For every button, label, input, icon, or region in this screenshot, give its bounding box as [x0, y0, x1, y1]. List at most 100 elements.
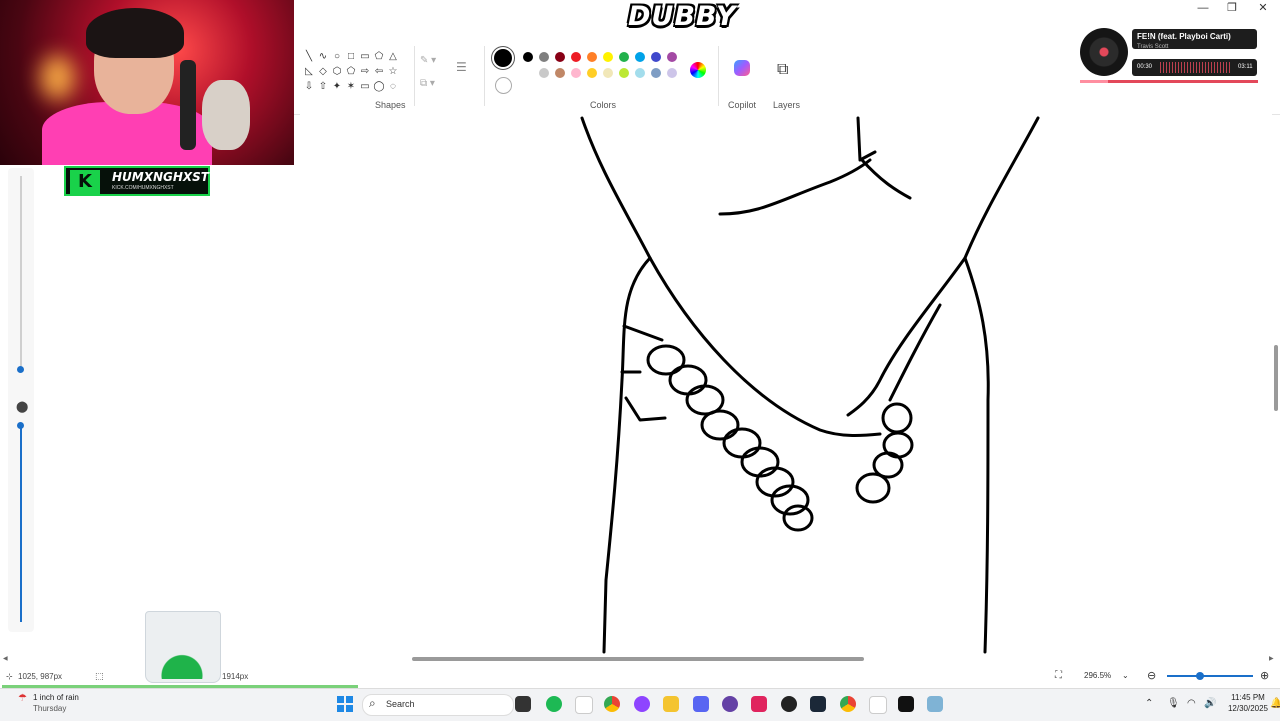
color-swatch[interactable] [619, 68, 629, 78]
streamer-hair [86, 8, 184, 58]
vertical-scrollbar[interactable] [1274, 345, 1278, 411]
shape-tool-icon[interactable]: ⬠ [344, 64, 358, 79]
weather-title[interactable]: 1 inch of rain [33, 693, 79, 702]
discord-icon[interactable] [693, 696, 709, 712]
shape-tool-icon[interactable]: ⇩ [302, 79, 316, 94]
weather-icon[interactable]: ☂ [18, 693, 27, 704]
color-swatch[interactable] [619, 52, 629, 62]
color-2-selected[interactable] [495, 77, 512, 94]
minimize-button[interactable]: — [1188, 1, 1218, 15]
wifi-icon[interactable]: ◠ [1187, 698, 1196, 709]
app-icon-dark[interactable] [898, 696, 914, 712]
red-app-icon[interactable] [751, 696, 767, 712]
shape-fill-icon[interactable]: ⧉ ▾ [420, 78, 435, 89]
color-swatch[interactable] [603, 52, 613, 62]
shape-tool-icon[interactable]: □ [344, 49, 358, 64]
zoom-in-icon[interactable]: ⊕ [1260, 669, 1269, 682]
shape-tool-icon[interactable]: ▭ [358, 49, 372, 64]
shape-tool-icon[interactable]: ✦ [330, 79, 344, 94]
color-swatch[interactable] [667, 68, 677, 78]
shape-tool-icon[interactable]: ◯ [372, 79, 386, 94]
color-swatch[interactable] [667, 52, 677, 62]
shape-tool-icon[interactable]: ╲ [302, 49, 316, 64]
paint-icon[interactable] [869, 696, 887, 714]
color-swatch[interactable] [523, 52, 533, 62]
shape-tool-icon[interactable]: ○ [330, 49, 344, 64]
color-swatch[interactable] [571, 52, 581, 62]
shape-tool-icon[interactable]: ⬠ [372, 49, 386, 64]
copilot-icon[interactable] [734, 60, 750, 76]
weather-day[interactable]: Thursday [33, 704, 66, 713]
notification-icon[interactable]: 🔔 [1270, 698, 1280, 709]
shape-outline-icon[interactable]: ✎ ▾ [420, 55, 436, 66]
chain-links-right [855, 402, 914, 504]
shapes-gallery[interactable]: ╲ ∿ ○ □ ▭ ⬠ △ ◺ ◇ ⬡ ⬠ ⇨ ⇦ ☆ ⇩ ⇧ ✦ ✶ ▭ ◯ ◌ [302, 49, 402, 95]
scroll-left-arrow[interactable]: ◀ [3, 655, 8, 662]
shape-tool-icon[interactable]: ⬡ [330, 64, 344, 79]
spotify-icon[interactable] [546, 696, 562, 712]
shape-tool-icon[interactable]: ◌ [386, 79, 400, 94]
color-swatch[interactable] [555, 52, 565, 62]
shape-tool-icon[interactable]: ∿ [316, 49, 330, 64]
twitch-icon[interactable] [722, 696, 738, 712]
music-icon[interactable] [575, 696, 593, 714]
obs-icon[interactable] [781, 696, 797, 712]
microphone-icon[interactable]: 🎙 [1167, 698, 1180, 709]
chrome-icon[interactable] [604, 696, 620, 712]
stream-overlay-logo: DUBBY [628, 1, 737, 32]
shape-tool-icon[interactable]: △ [386, 49, 400, 64]
color-swatch[interactable] [523, 68, 533, 78]
chevron-up-icon[interactable]: ⌃ [1145, 698, 1153, 709]
shape-tool-icon[interactable]: ☆ [386, 64, 400, 79]
color-1-selected[interactable] [494, 49, 512, 67]
taskbar-search[interactable] [362, 694, 514, 716]
size-slider-track[interactable] [20, 176, 22, 366]
scroll-right-arrow[interactable]: ▶ [1269, 655, 1274, 662]
color-swatch[interactable] [635, 68, 645, 78]
zoom-out-icon[interactable]: ⊖ [1147, 669, 1156, 682]
edit-colors-icon[interactable] [690, 62, 706, 78]
color-swatch[interactable] [635, 52, 645, 62]
zoom-dropdown[interactable]: 296.5% ⌄ [1076, 668, 1134, 684]
shape-tool-icon[interactable]: ⇦ [372, 64, 386, 79]
color-swatch[interactable] [539, 52, 549, 62]
color-swatch[interactable] [603, 68, 613, 78]
opacity-slider-track[interactable] [20, 426, 22, 622]
chrome-icon-2[interactable] [840, 696, 856, 712]
fit-to-window-icon[interactable]: ⛶ [1055, 670, 1062, 681]
color-swatch[interactable] [651, 68, 661, 78]
shape-tool-icon[interactable]: ◺ [302, 64, 316, 79]
layers-icon[interactable]: ⧉ [777, 61, 788, 79]
file-explorer-icon[interactable] [663, 696, 679, 712]
size-slider-thumb[interactable] [17, 366, 24, 373]
webcam-overlay [0, 0, 294, 165]
shape-tool-icon[interactable]: ◇ [316, 64, 330, 79]
shape-tool-icon[interactable]: ⇨ [358, 64, 372, 79]
maximize-button[interactable]: ❐ [1217, 1, 1247, 15]
copilot-label[interactable]: Copilot [728, 100, 756, 110]
steam-icon[interactable] [810, 696, 826, 712]
zoom-slider-track[interactable] [1167, 675, 1253, 677]
horizontal-scrollbar[interactable] [412, 657, 864, 661]
windows-start-icon[interactable] [337, 696, 353, 712]
color-swatch[interactable] [587, 68, 597, 78]
zoom-slider-thumb[interactable] [1196, 672, 1204, 680]
purple-app-icon[interactable] [634, 696, 650, 712]
color-swatch[interactable] [571, 68, 581, 78]
shape-tool-icon[interactable]: ▭ [358, 79, 372, 94]
drawing-canvas[interactable] [300, 114, 1272, 654]
color-swatch[interactable] [539, 68, 549, 78]
color-swatch[interactable] [555, 68, 565, 78]
color-swatch[interactable] [651, 52, 661, 62]
stroke-jaw [718, 158, 872, 216]
taskbar-app-icon[interactable] [515, 696, 531, 712]
color-swatch[interactable] [587, 52, 597, 62]
close-button[interactable]: ✕ [1248, 1, 1278, 15]
app-icon-blue[interactable] [927, 696, 943, 712]
system-clock[interactable]: 11:45 PM 12/30/2025 [1226, 692, 1270, 714]
layers-label[interactable]: Layers [773, 100, 800, 110]
shape-tool-icon[interactable]: ✶ [344, 79, 358, 94]
shape-tool-icon[interactable]: ⇧ [316, 79, 330, 94]
volume-icon[interactable]: 🔊 [1204, 698, 1216, 709]
shape-size-icon[interactable]: ☰ [456, 60, 467, 74]
